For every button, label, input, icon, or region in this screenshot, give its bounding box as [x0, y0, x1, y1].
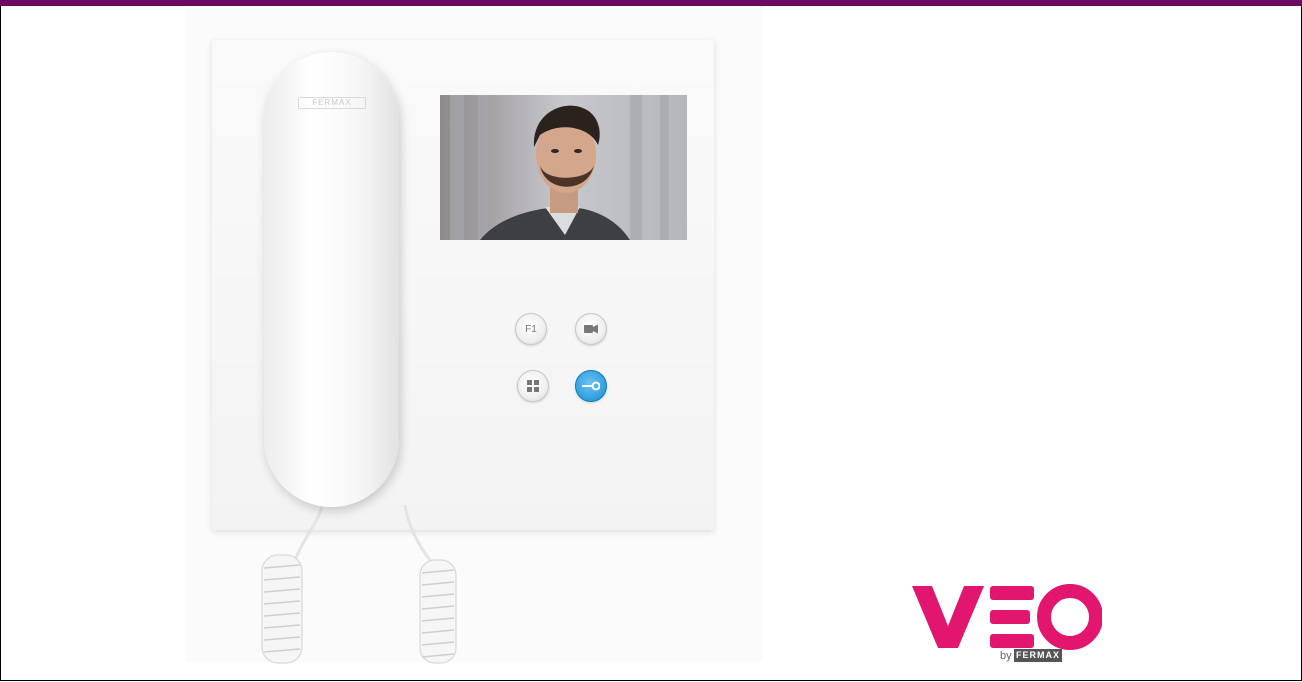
logo-by-text: by: [1000, 650, 1012, 662]
menu-button[interactable]: [517, 370, 549, 402]
camera-icon: [584, 324, 598, 334]
f1-button[interactable]: F1: [515, 313, 547, 345]
door-open-button[interactable]: [575, 370, 607, 402]
visitor-image: [440, 95, 687, 240]
camera-button[interactable]: [575, 313, 607, 345]
f1-icon: F1: [525, 323, 537, 335]
handset[interactable]: [264, 52, 399, 507]
key-icon: [582, 381, 600, 391]
handset-brand-label: FERMAX: [298, 97, 366, 109]
fermax-brand-label: FERMAX: [1014, 649, 1062, 662]
grid-icon: [527, 380, 539, 392]
video-screen: [440, 95, 687, 240]
